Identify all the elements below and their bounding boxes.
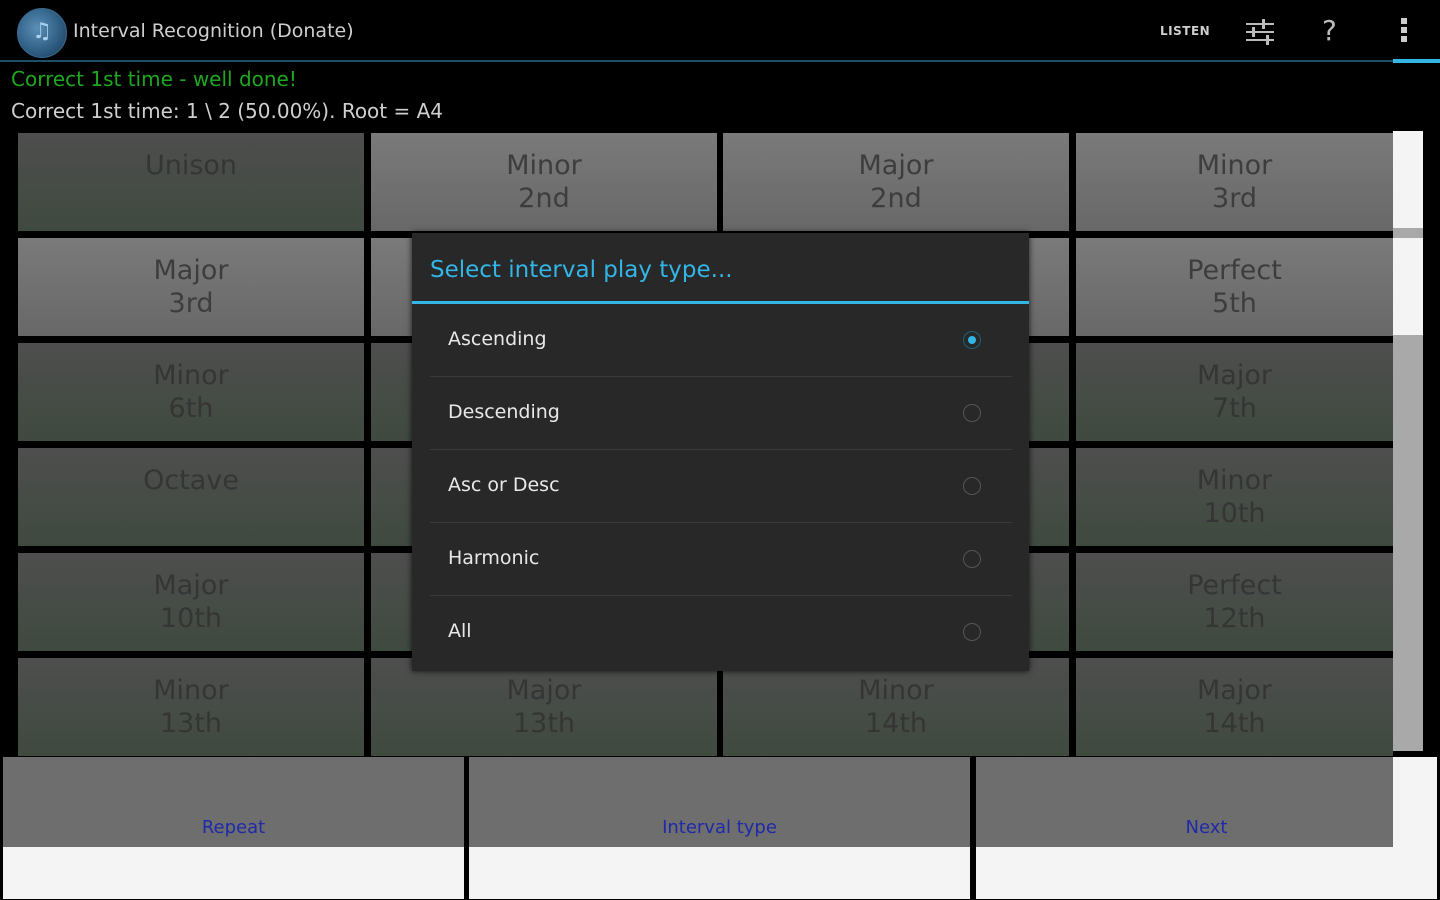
interval-button[interactable]: Minor 10th: [1076, 448, 1393, 546]
interval-label: Minor: [153, 360, 229, 391]
sliders-icon[interactable]: [1244, 18, 1276, 46]
interval-label: 3rd: [168, 288, 214, 319]
option-label: Harmonic: [448, 547, 540, 569]
overflow-menu-icon[interactable]: [1398, 16, 1410, 46]
interval-label: Major: [153, 255, 229, 286]
divider: [430, 595, 1012, 596]
interval-label: Perfect: [1187, 255, 1282, 286]
interval-label: 5th: [1212, 288, 1257, 319]
interval-label: 12th: [1203, 603, 1266, 634]
interval-button[interactable]: Major 13th: [371, 658, 717, 756]
option-asc-or-desc[interactable]: Asc or Desc: [430, 451, 1012, 523]
option-label: All: [448, 620, 472, 642]
interval-button[interactable]: Perfect 5th: [1076, 238, 1393, 336]
option-label: Ascending: [448, 328, 547, 350]
interval-label: Major: [506, 675, 582, 706]
interval-type-button[interactable]: Interval type: [469, 757, 970, 899]
next-label: Next: [1185, 817, 1228, 838]
interval-button[interactable]: Minor 14th: [723, 658, 1069, 756]
repeat-button[interactable]: Repeat: [3, 757, 464, 899]
interval-button[interactable]: Minor 13th: [18, 658, 364, 756]
interval-label: Perfect: [1187, 570, 1282, 601]
interval-button[interactable]: Major 7th: [1076, 343, 1393, 441]
scroll-track: [1393, 131, 1423, 228]
radio-icon[interactable]: [963, 477, 981, 495]
interval-button[interactable]: Minor 6th: [18, 343, 364, 441]
actionbar-accent: [1393, 59, 1440, 63]
interval-label: 7th: [1212, 393, 1257, 424]
interval-button[interactable]: Unison: [18, 133, 364, 231]
app-icon[interactable]: ♫: [17, 8, 67, 58]
interval-label: 6th: [168, 393, 214, 424]
interval-label: Minor: [1196, 465, 1273, 496]
option-label: Descending: [448, 401, 560, 423]
repeat-label: Repeat: [201, 817, 266, 838]
interval-button[interactable]: Major 10th: [18, 553, 364, 651]
option-descending[interactable]: Descending: [430, 378, 1012, 450]
option-all[interactable]: All: [430, 597, 1012, 669]
next-button[interactable]: Next: [976, 757, 1437, 899]
interval-label: 13th: [159, 708, 223, 739]
interval-label: 10th: [1203, 498, 1266, 529]
app-title: Interval Recognition (Donate): [73, 20, 354, 42]
interval-button[interactable]: Major 2nd: [723, 133, 1069, 231]
music-note-icon: ♫: [32, 19, 52, 44]
radio-icon[interactable]: [963, 404, 981, 422]
help-icon[interactable]: ?: [1322, 14, 1337, 47]
interval-label: Major: [1197, 360, 1272, 391]
interval-label: 14th: [1203, 708, 1266, 739]
interval-label: 14th: [864, 708, 928, 739]
listen-button[interactable]: LISTEN: [1160, 24, 1210, 38]
interval-label: Unison: [144, 150, 238, 181]
interval-button[interactable]: Minor 3rd: [1076, 133, 1393, 231]
interval-label: Minor: [858, 675, 934, 706]
interval-label: 2nd: [518, 183, 570, 214]
status-message: Correct 1st time - well done!: [11, 67, 297, 91]
action-bar: ♫ Interval Recognition (Donate) LISTEN ?: [0, 0, 1440, 63]
divider: [430, 376, 1012, 377]
divider: [430, 522, 1012, 523]
interval-label: Major: [153, 570, 229, 601]
interval-button[interactable]: Perfect 12th: [1076, 553, 1393, 651]
interval-label: Major: [1197, 675, 1272, 706]
option-ascending[interactable]: Ascending: [430, 305, 1012, 377]
dialog-title: Select interval play type...: [430, 257, 733, 283]
interval-label: Minor: [1196, 150, 1273, 181]
interval-label: 2nd: [870, 183, 922, 214]
interval-label: Major: [858, 150, 934, 181]
option-harmonic[interactable]: Harmonic: [430, 524, 1012, 596]
score-text: Correct 1st time: 1 \ 2 (50.00%). Root =…: [11, 99, 444, 123]
radio-icon[interactable]: [963, 623, 981, 641]
grid-scrollbar[interactable]: [1393, 131, 1423, 751]
divider: [430, 449, 1012, 450]
interval-button[interactable]: Minor 2nd: [371, 133, 717, 231]
interval-button[interactable]: Major 14th: [1076, 658, 1393, 756]
interval-button[interactable]: Octave: [18, 448, 364, 546]
dialog-divider: [412, 301, 1029, 304]
option-label: Asc or Desc: [448, 474, 560, 496]
interval-label: 10th: [159, 603, 223, 634]
interval-label: 3rd: [1212, 183, 1257, 214]
scroll-track: [1393, 238, 1423, 335]
interval-label: 13th: [512, 708, 576, 739]
interval-label: Octave: [143, 465, 239, 496]
radio-selected-icon[interactable]: [963, 331, 981, 349]
interval-button[interactable]: Major 3rd: [18, 238, 364, 336]
actionbar-divider: [0, 60, 1440, 62]
interval-type-label: Interval type: [662, 817, 777, 838]
radio-icon[interactable]: [963, 550, 981, 568]
play-type-dialog: Select interval play type... Ascending D…: [412, 233, 1029, 671]
interval-label: Minor: [153, 675, 229, 706]
interval-label: Minor: [506, 150, 582, 181]
